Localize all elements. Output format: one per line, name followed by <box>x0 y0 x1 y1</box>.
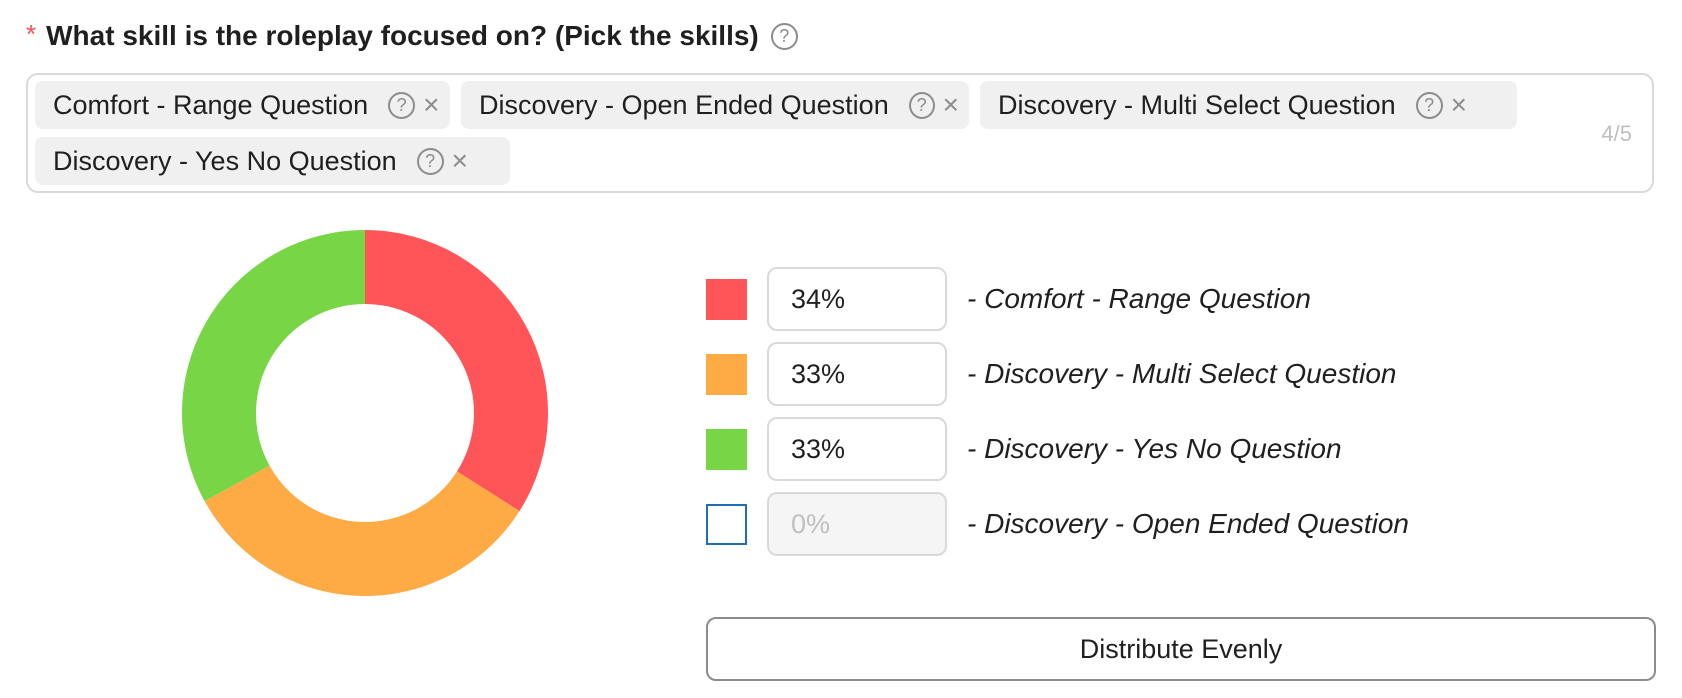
skill-tag-discovery-open-ended: Discovery - Open Ended Question ? × <box>461 81 969 129</box>
color-swatch <box>706 278 747 320</box>
skill-tag-discovery-multi-select: Discovery - Multi Select Question ? × <box>980 81 1517 129</box>
distribution-donut-chart <box>182 230 548 596</box>
color-swatch <box>706 503 747 545</box>
distribute-evenly-button[interactable]: Distribute Evenly <box>706 617 1656 681</box>
skill-tag-label: Comfort - Range Question <box>53 89 369 120</box>
donut-slice-discovery-multi-select-question <box>204 465 520 596</box>
required-asterisk: * <box>26 18 37 49</box>
skill-tag-discovery-yes-no: Discovery - Yes No Question ? × <box>35 137 510 185</box>
skill-tag-label: Discovery - Multi Select Question <box>998 89 1396 120</box>
color-swatch <box>706 353 747 395</box>
distribution-row-discovery-open-ended: 0% - Discovery - Open Ended Question <box>706 492 1409 556</box>
row-label: - Discovery - Yes No Question <box>967 433 1342 464</box>
question-help-icon[interactable]: ? <box>770 22 798 50</box>
question-label: * What skill is the roleplay focused on?… <box>26 16 798 56</box>
donut-slice-discovery-yes-no-question <box>182 230 365 502</box>
distribution-row-discovery-multi-select: 33% - Discovery - Multi Select Question <box>706 342 1396 406</box>
close-icon[interactable]: × <box>1451 91 1467 119</box>
selection-counter: 4/5 <box>1601 121 1632 146</box>
donut-slice-comfort-range-question <box>365 230 548 512</box>
percentage-input[interactable]: 0% <box>767 492 947 556</box>
skills-multi-select[interactable]: Comfort - Range Question ? × Discovery -… <box>26 73 1654 193</box>
skill-tag-label: Discovery - Open Ended Question <box>479 89 889 120</box>
distribution-row-comfort-range: 34% - Comfort - Range Question <box>706 267 1311 331</box>
question-text: What skill is the roleplay focused on? (… <box>46 20 759 51</box>
percentage-input[interactable]: 34% <box>767 267 947 331</box>
percentage-input[interactable]: 33% <box>767 417 947 481</box>
help-icon[interactable]: ? <box>1415 91 1443 119</box>
close-icon[interactable]: × <box>452 147 468 175</box>
row-label: - Discovery - Multi Select Question <box>967 358 1397 389</box>
row-label: - Discovery - Open Ended Question <box>967 508 1409 539</box>
close-icon[interactable]: × <box>423 91 439 119</box>
skill-tag-label: Discovery - Yes No Question <box>53 145 397 176</box>
close-icon[interactable]: × <box>943 91 959 119</box>
distribution-row-discovery-yes-no: 33% - Discovery - Yes No Question <box>706 417 1342 481</box>
color-swatch <box>706 428 747 470</box>
percentage-input[interactable]: 33% <box>767 342 947 406</box>
help-icon[interactable]: ? <box>388 91 416 119</box>
skill-tag-comfort-range: Comfort - Range Question ? × <box>35 81 450 129</box>
help-icon[interactable]: ? <box>908 91 935 119</box>
help-icon[interactable]: ? <box>416 147 444 175</box>
row-label: - Comfort - Range Question <box>967 283 1311 314</box>
